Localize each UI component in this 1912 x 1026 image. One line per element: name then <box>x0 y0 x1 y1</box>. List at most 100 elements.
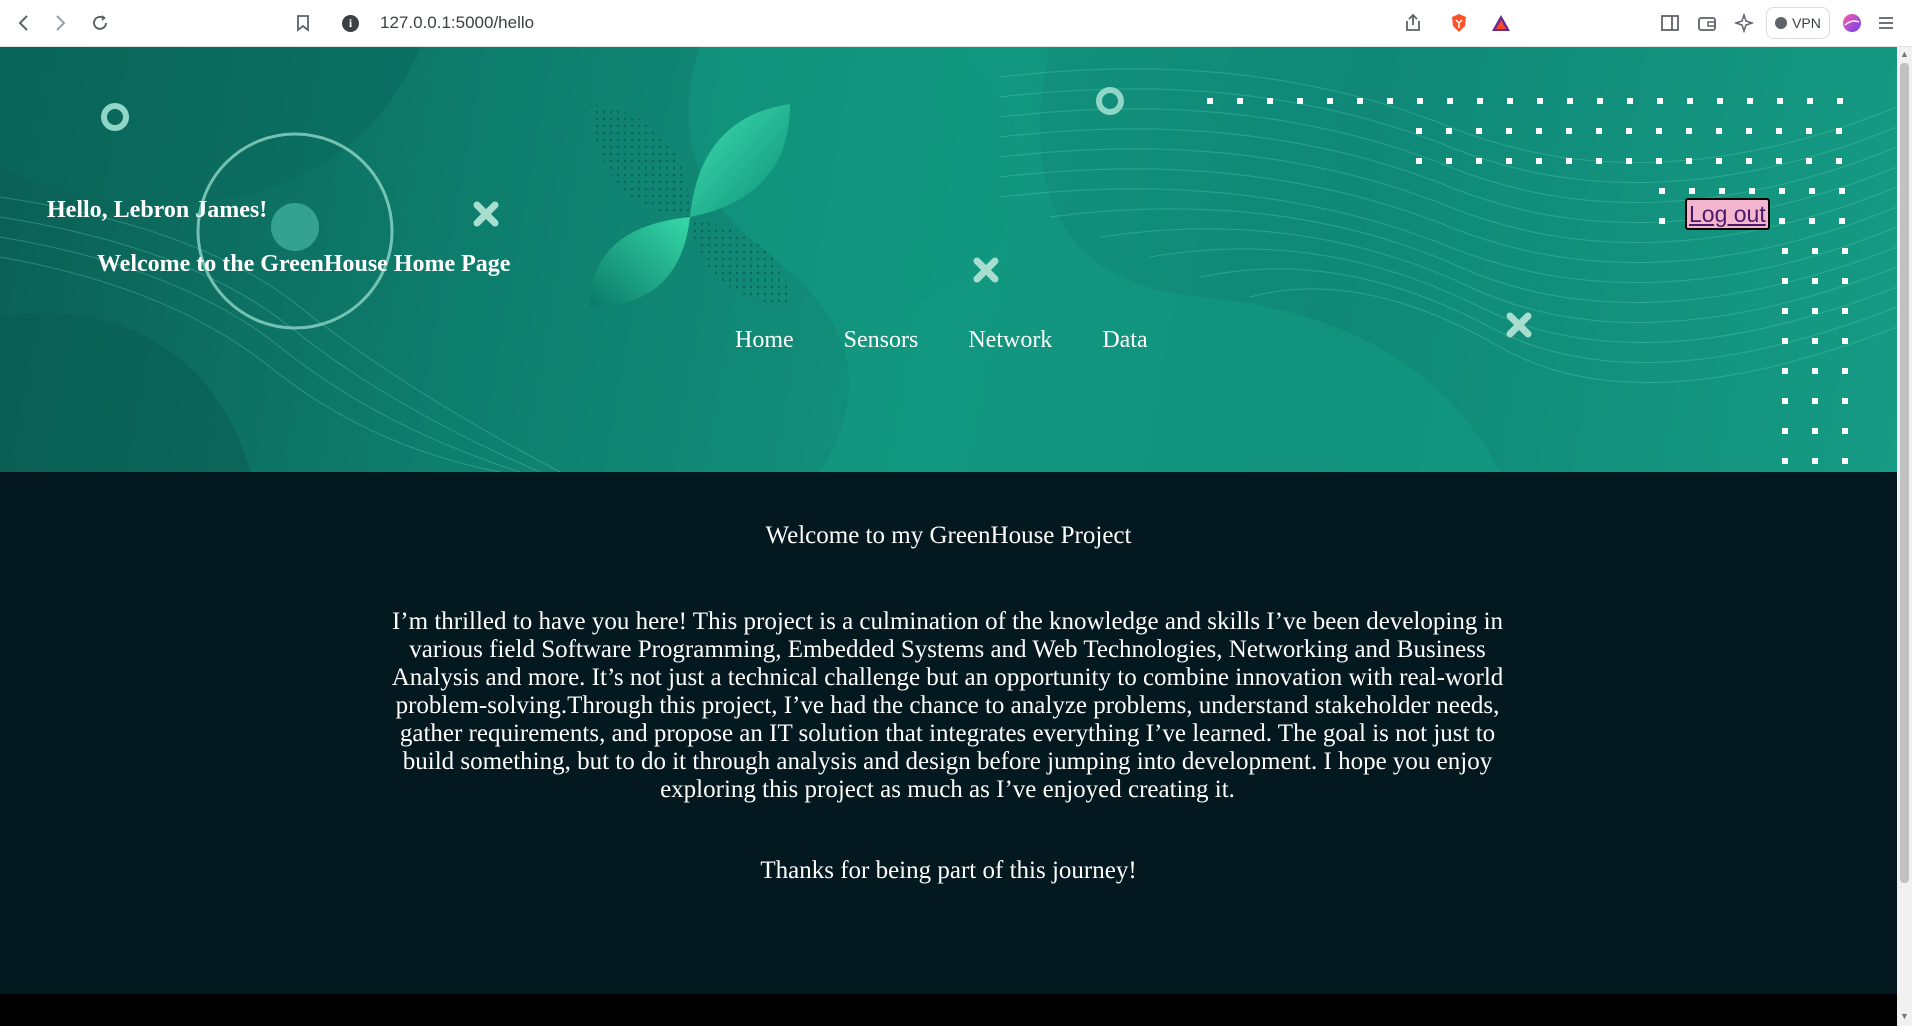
wallet-icon[interactable] <box>1692 8 1722 38</box>
decor-dot <box>1659 188 1665 194</box>
decor-dot <box>1812 338 1818 344</box>
decor-dot <box>1659 218 1665 224</box>
site-info-icon[interactable]: i <box>342 15 359 32</box>
nav-home[interactable]: Home <box>735 327 794 357</box>
decor-dot <box>1207 98 1213 104</box>
decor-dot <box>1447 98 1453 104</box>
decor-dot <box>1446 128 1452 134</box>
scroll-up-icon[interactable]: ▲ <box>1900 49 1909 59</box>
scrollbar-thumb[interactable] <box>1900 63 1909 883</box>
decor-dot <box>1596 158 1602 164</box>
nav-sensors[interactable]: Sensors <box>844 327 919 357</box>
url-text[interactable]: 127.0.0.1:5000/hello <box>380 13 534 33</box>
decor-dot <box>1567 98 1573 104</box>
decor-dot <box>1806 128 1812 134</box>
decor-dot <box>1506 158 1512 164</box>
decor-dot <box>1417 98 1423 104</box>
nav-network[interactable]: Network <box>968 327 1052 357</box>
back-icon[interactable] <box>9 8 39 38</box>
welcome-heading: Welcome to the GreenHouse Home Page <box>97 251 511 277</box>
decor-dot <box>1746 128 1752 134</box>
decor-dot <box>1446 158 1452 164</box>
decor-dot <box>1747 98 1753 104</box>
decor-dot <box>1416 128 1422 134</box>
decor-dot <box>1477 98 1483 104</box>
content-title: Welcome to my GreenHouse Project <box>765 522 1132 549</box>
decor-dot <box>1842 428 1848 434</box>
decor-dot <box>1842 278 1848 284</box>
decor-dot <box>1357 98 1363 104</box>
decor-dot <box>1716 158 1722 164</box>
decor-dot <box>1597 98 1603 104</box>
address-bar[interactable]: i 127.0.0.1:5000/hello <box>332 5 1538 41</box>
menu-icon[interactable] <box>1871 8 1901 38</box>
decor-dot <box>1782 368 1788 374</box>
decor-dot <box>1476 158 1482 164</box>
page-scrollbar[interactable]: ▲ ▼ <box>1897 47 1912 1026</box>
vpn-label: VPN <box>1792 15 1821 31</box>
decor-dot <box>1719 188 1725 194</box>
decor-dot <box>1387 98 1393 104</box>
decor-dot <box>1716 128 1722 134</box>
decor-dot <box>1807 98 1813 104</box>
decor-dot <box>1836 158 1842 164</box>
decor-dot <box>1536 128 1542 134</box>
decor-dot <box>1782 278 1788 284</box>
decor-dot <box>1506 128 1512 134</box>
decor-dot <box>1537 98 1543 104</box>
decor-dot <box>1777 98 1783 104</box>
decor-dot <box>1812 368 1818 374</box>
main-nav: Home Sensors Network Data <box>735 327 1148 357</box>
decor-dot <box>1237 98 1243 104</box>
brave-rewards-icon[interactable] <box>1486 8 1516 38</box>
decor-dot <box>1536 158 1542 164</box>
decor-dot <box>1837 98 1843 104</box>
decor-dot <box>1566 128 1572 134</box>
reload-icon[interactable] <box>85 8 115 38</box>
decor-dot <box>1812 278 1818 284</box>
share-icon[interactable] <box>1398 8 1428 38</box>
decor-dot <box>1812 458 1818 464</box>
leo-ai-icon[interactable] <box>1729 8 1759 38</box>
decor-dot <box>1842 458 1848 464</box>
decor-dot <box>1657 98 1663 104</box>
decor-dot <box>1717 98 1723 104</box>
decor-dot <box>1812 248 1818 254</box>
decor-dot <box>1686 128 1692 134</box>
vpn-button[interactable]: VPN <box>1766 7 1830 39</box>
decor-dot <box>1749 188 1755 194</box>
vpn-icon <box>1775 17 1788 29</box>
decor-dot <box>1782 458 1788 464</box>
decor-dot <box>1836 128 1842 134</box>
decor-dot <box>1656 158 1662 164</box>
decor-dot <box>1596 128 1602 134</box>
decor-dot <box>1839 188 1845 194</box>
decor-dot <box>1566 158 1572 164</box>
bookmark-icon[interactable] <box>288 8 318 38</box>
decor-dot <box>1779 218 1785 224</box>
decor-dot <box>1812 308 1818 314</box>
decor-dot <box>1842 398 1848 404</box>
decor-dot <box>1656 128 1662 134</box>
sidebar-icon[interactable] <box>1655 8 1685 38</box>
decor-dot <box>1782 398 1788 404</box>
nav-data[interactable]: Data <box>1102 327 1147 357</box>
decor-dot <box>1687 98 1693 104</box>
profile-icon[interactable] <box>1837 8 1867 38</box>
brave-shield-icon[interactable] <box>1444 8 1474 38</box>
decor-dot <box>1476 128 1482 134</box>
logout-button[interactable]: Log out <box>1685 198 1770 230</box>
decor-dot <box>1507 98 1513 104</box>
header-banner: Hello, Lebron James! Welcome to the Gree… <box>0 47 1897 472</box>
forward-icon[interactable] <box>45 8 75 38</box>
decor-dot <box>1776 128 1782 134</box>
intro-paragraph: I’m thrilled to have you here! This proj… <box>391 608 1504 803</box>
decor-dot <box>1812 428 1818 434</box>
decor-dot <box>1839 218 1845 224</box>
decor-dot <box>1842 368 1848 374</box>
decor-dot <box>1842 248 1848 254</box>
decor-dot <box>1782 338 1788 344</box>
decor-dot <box>1782 308 1788 314</box>
scroll-down-icon[interactable]: ▼ <box>1900 1011 1909 1021</box>
thanks-line: Thanks for being part of this journey! <box>760 857 1137 884</box>
